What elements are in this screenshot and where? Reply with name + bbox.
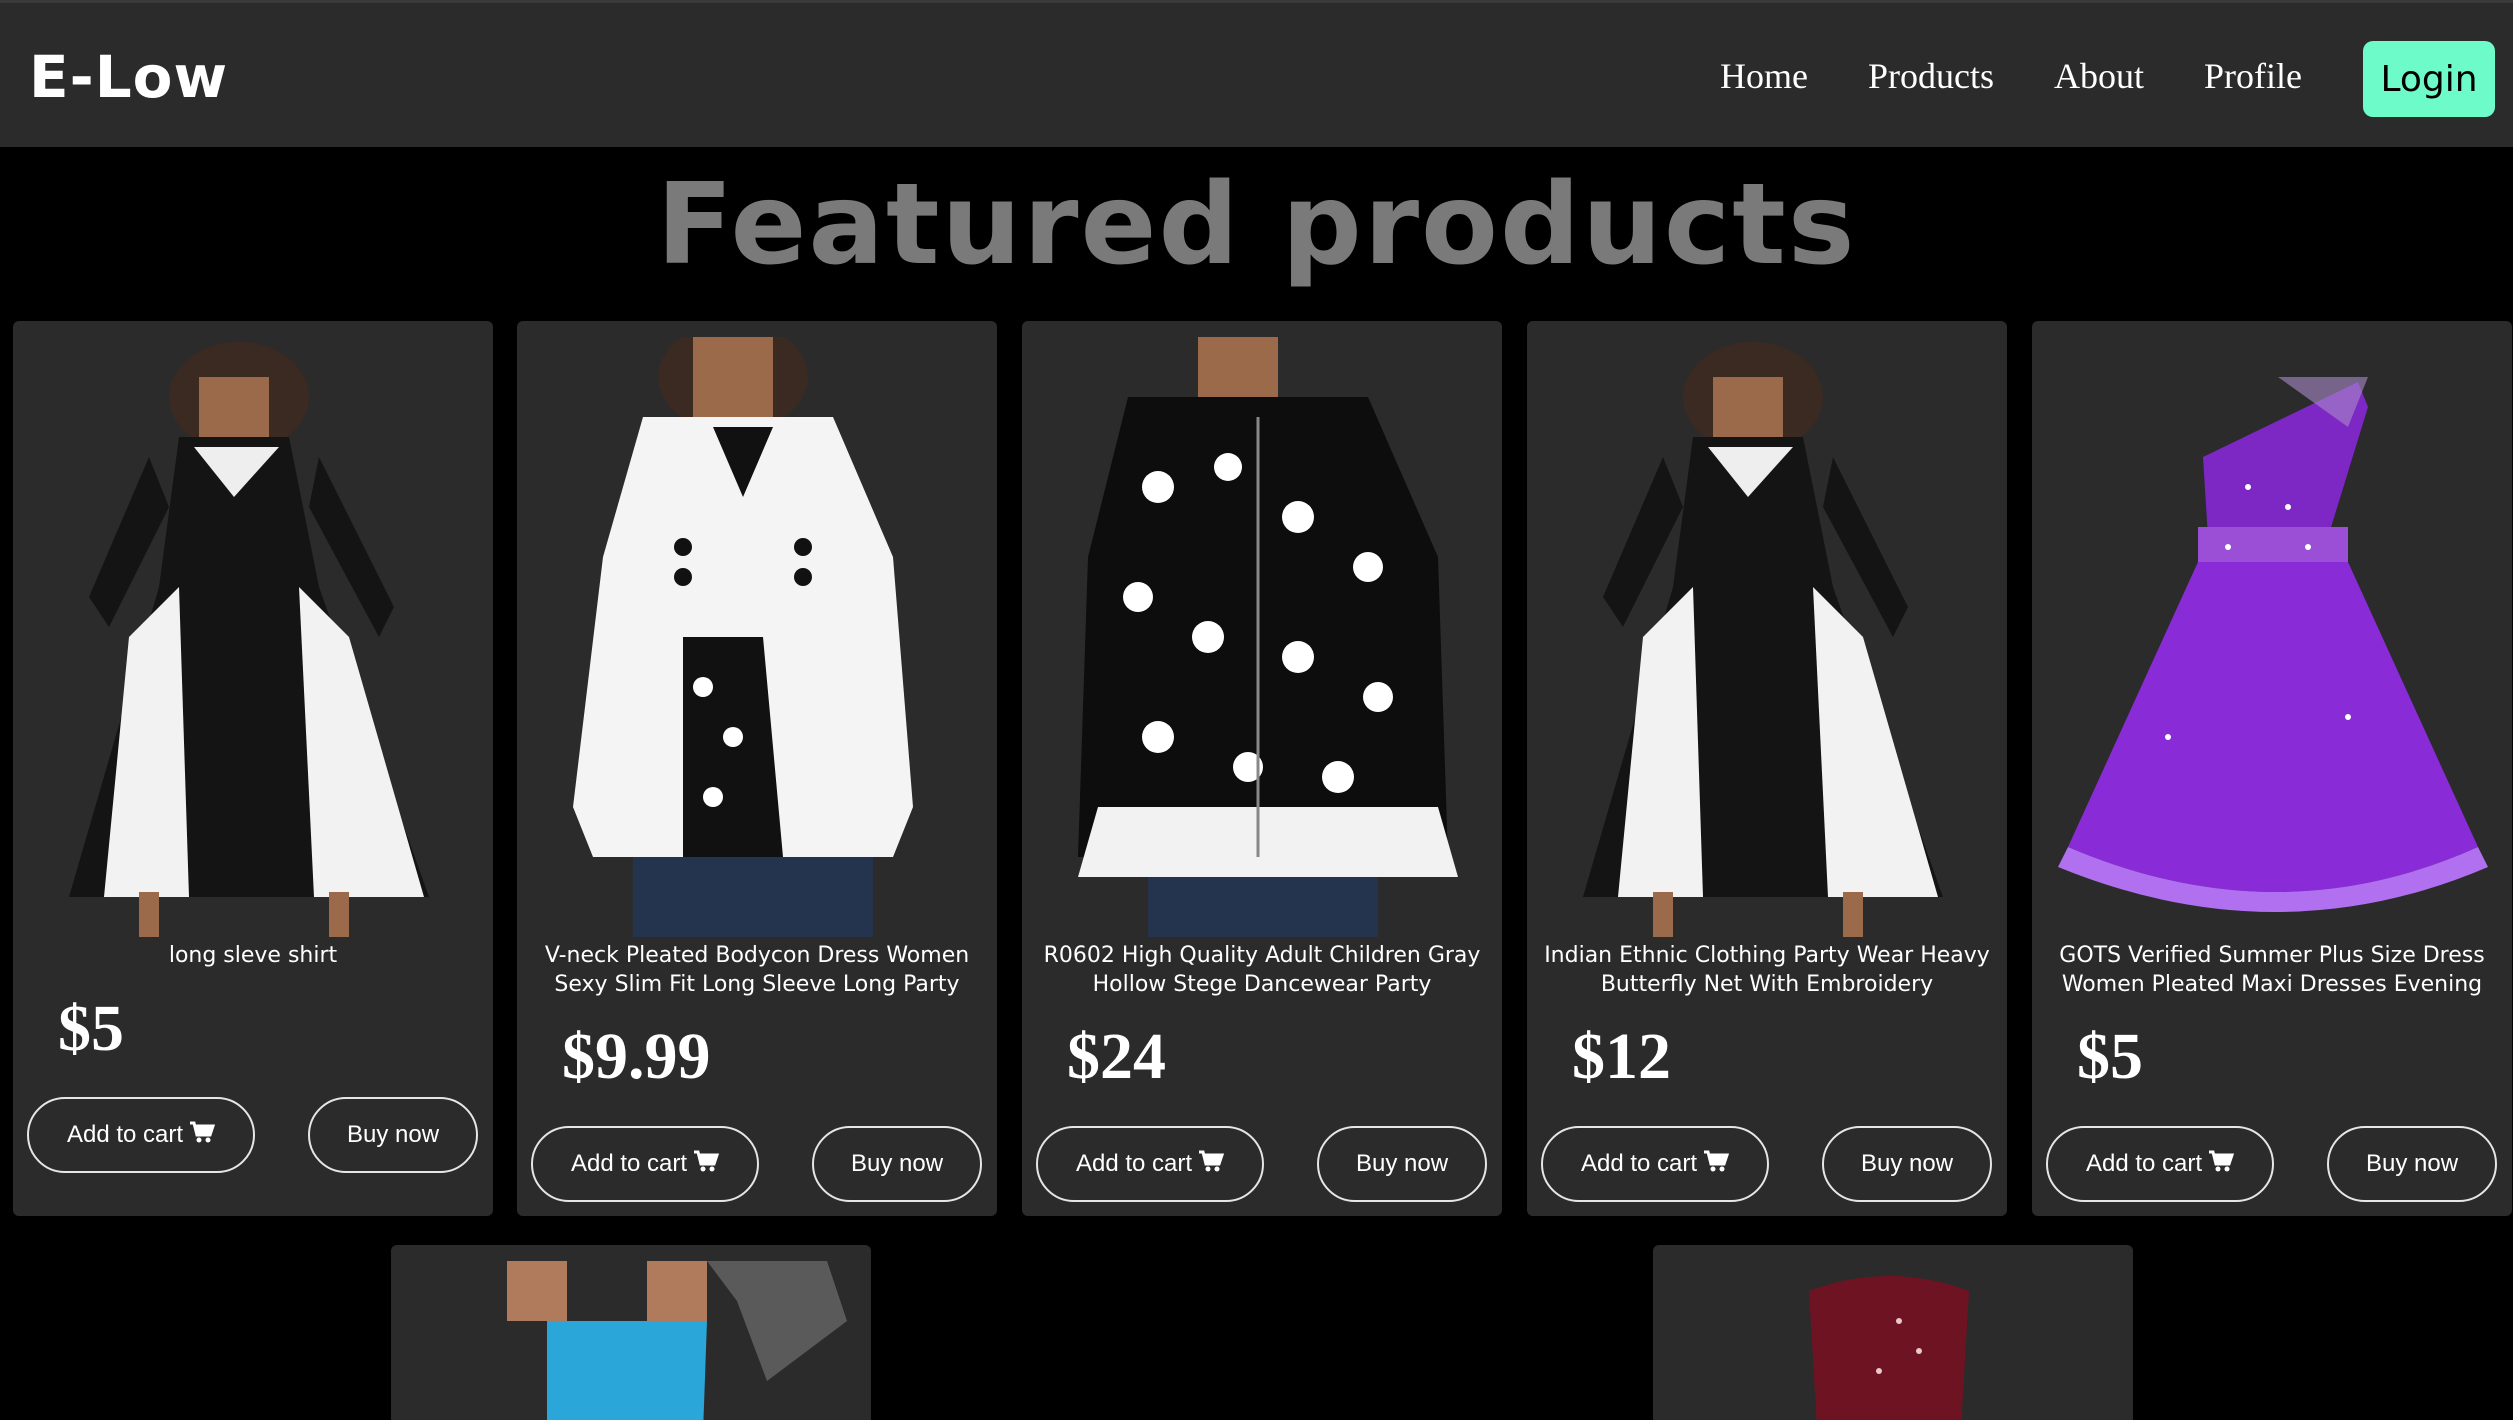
- product-card: GOTS Verified Summer Plus Size Dress Wom…: [2032, 321, 2512, 1216]
- nav-profile-link[interactable]: Profile: [2204, 55, 2302, 97]
- product-title: GOTS Verified Summer Plus Size Dress Wom…: [2059, 943, 2485, 997]
- brand-logo[interactable]: E-Low: [29, 43, 228, 111]
- product-card: [1653, 1245, 2133, 1420]
- product-price: $12: [1572, 1020, 1671, 1093]
- add-to-cart-label: Add to cart: [2085, 1150, 2203, 1177]
- add-to-cart-label: Add to cart: [570, 1150, 688, 1177]
- page-title: Featured products: [656, 160, 1857, 290]
- add-to-cart-label: Add to cart: [1075, 1150, 1193, 1177]
- nav-about-link[interactable]: About: [2054, 55, 2144, 97]
- product-card: Indian Ethnic Clothing Party Wear Heavy …: [1527, 321, 2007, 1216]
- product-price: $5: [2077, 1020, 2143, 1093]
- product-title: V-neck Pleated Bodycon Dress Women Sexy …: [544, 943, 970, 997]
- product-card: V-neck Pleated Bodycon Dress Women Sexy …: [517, 321, 997, 1216]
- buy-now-button[interactable]: Buy now: [1317, 1126, 1487, 1202]
- product-title: R0602 High Quality Adult Children Gray H…: [1043, 943, 1481, 997]
- product-card: long sleve shirt $5 Add to cart Buy now: [13, 321, 493, 1216]
- product-image[interactable]: [2048, 337, 2496, 937]
- add-to-cart-button[interactable]: Add to cart: [1036, 1126, 1264, 1202]
- navbar: E-Low Home Products About Profile Login: [0, 0, 2513, 147]
- shopping-cart-icon: [2208, 1150, 2235, 1179]
- product-price: $24: [1067, 1020, 1166, 1093]
- product-title: long sleve shirt: [168, 943, 338, 968]
- product-title: Indian Ethnic Clothing Party Wear Heavy …: [1544, 943, 1990, 997]
- shopping-cart-icon: [1198, 1150, 1225, 1179]
- product-image[interactable]: [533, 337, 981, 937]
- product-image[interactable]: [1038, 337, 1486, 937]
- buy-now-button[interactable]: Buy now: [812, 1126, 982, 1202]
- shopping-cart-icon: [693, 1150, 720, 1179]
- add-to-cart-label: Add to cart: [1580, 1150, 1698, 1177]
- buy-now-button[interactable]: Buy now: [308, 1097, 478, 1173]
- add-to-cart-button[interactable]: Add to cart: [1541, 1126, 1769, 1202]
- product-price: $5: [58, 992, 124, 1065]
- add-to-cart-button[interactable]: Add to cart: [27, 1097, 255, 1173]
- buy-now-button[interactable]: Buy now: [2327, 1126, 2497, 1202]
- add-to-cart-button[interactable]: Add to cart: [531, 1126, 759, 1202]
- nav-home-link[interactable]: Home: [1720, 55, 1808, 97]
- buy-now-button[interactable]: Buy now: [1822, 1126, 1992, 1202]
- nav-products-link[interactable]: Products: [1868, 55, 1994, 97]
- login-button[interactable]: Login: [2363, 41, 2495, 117]
- product-image[interactable]: [29, 337, 477, 937]
- product-card: [391, 1245, 871, 1420]
- add-to-cart-label: Add to cart: [66, 1121, 184, 1148]
- product-card: R0602 High Quality Adult Children Gray H…: [1022, 321, 1502, 1216]
- product-image[interactable]: [1543, 337, 1991, 937]
- product-image[interactable]: [407, 1261, 855, 1420]
- add-to-cart-button[interactable]: Add to cart: [2046, 1126, 2274, 1202]
- shopping-cart-icon: [1703, 1150, 1730, 1179]
- shopping-cart-icon: [189, 1121, 216, 1150]
- product-price: $9.99: [562, 1020, 711, 1093]
- product-image[interactable]: [1669, 1261, 2117, 1420]
- nav-links: Home Products About Profile: [1720, 55, 2362, 97]
